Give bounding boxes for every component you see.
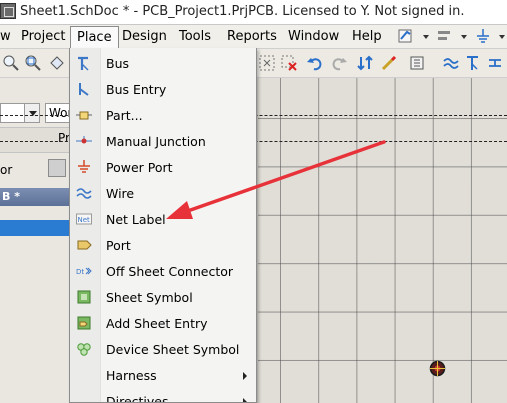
menu-view[interactable]: w: [0, 29, 11, 44]
document-header[interactable]: B *: [0, 188, 70, 206]
menu-item-net-label[interactable]: Net Net Label: [70, 206, 256, 232]
submenu-arrow-icon: [243, 372, 247, 380]
menu-item-add-sheet-entry[interactable]: Add Sheet Entry: [70, 310, 256, 336]
chevron-down-icon[interactable]: [499, 35, 505, 39]
junction-icon: [76, 133, 92, 149]
probe-icon[interactable]: [380, 54, 398, 72]
net-label-icon-text: Net: [78, 216, 91, 224]
menu-item-part[interactable]: Part...: [70, 102, 256, 128]
chevron-down-icon[interactable]: [461, 35, 467, 39]
schematic-canvas[interactable]: [258, 78, 507, 403]
menu-item-device-sheet-symbol[interactable]: Device Sheet Symbol: [70, 336, 256, 362]
menu-item-label: Harness: [106, 368, 157, 383]
menu-reports[interactable]: Reports: [227, 29, 277, 44]
workspace-field[interactable]: Wor: [45, 103, 70, 123]
place-menu-dropdown: Bus Bus Entry Part... Manual Junction Po…: [69, 48, 257, 403]
selected-document-row[interactable]: [0, 220, 70, 236]
device-sheet-symbol-icon: [76, 341, 92, 357]
library-icon[interactable]: [408, 54, 426, 72]
menu-item-label: Sheet Symbol: [106, 290, 193, 305]
align-tool-icon[interactable]: [436, 28, 454, 44]
bus-tool-icon[interactable]: [464, 54, 482, 72]
power-port-icon: [76, 159, 92, 175]
off-sheet-connector-icon-text: Dt: [76, 268, 84, 276]
sheet-symbol-icon: [76, 289, 92, 305]
part-icon: [76, 107, 92, 123]
menu-design[interactable]: Design: [122, 29, 167, 44]
component-marker-icon[interactable]: [429, 360, 446, 377]
panel-options-icon[interactable]: [48, 159, 66, 177]
menu-item-label: Wire: [106, 186, 135, 201]
menu-item-sheet-symbol[interactable]: Sheet Symbol: [70, 284, 256, 310]
menu-item-label: Directives: [106, 394, 169, 403]
combo-dropdown-button[interactable]: [24, 103, 40, 123]
bus-icon: [76, 55, 92, 71]
clear-selection-icon[interactable]: [280, 54, 298, 72]
undo-icon[interactable]: [306, 54, 324, 72]
menu-item-label: Part...: [106, 108, 143, 123]
zoom-area-icon[interactable]: [24, 54, 42, 72]
panel-label: or: [0, 163, 13, 177]
sheet-entry-icon: [76, 315, 92, 331]
design-tool-icon[interactable]: [398, 28, 416, 44]
submenu-arrow-icon: [243, 398, 247, 402]
app-icon[interactable]: [0, 3, 16, 19]
menu-item-power-port[interactable]: Power Port: [70, 154, 256, 180]
menu-item-label: Bus: [106, 56, 130, 71]
menu-bar: w Project Place Design Tools Reports Win…: [0, 25, 507, 49]
title-bar: Sheet1.SchDoc * - PCB_Project1.PrjPCB. L…: [0, 0, 507, 25]
menu-item-off-sheet-connector[interactable]: Dt Off Sheet Connector: [70, 258, 256, 284]
menu-project[interactable]: Project: [21, 29, 65, 44]
menu-item-label: Net Label: [106, 212, 166, 227]
menu-place[interactable]: Place: [70, 26, 119, 48]
menu-item-label: Manual Junction: [106, 134, 206, 149]
menu-item-label: Port: [106, 238, 131, 253]
port-icon: [76, 237, 92, 253]
menu-item-label: Bus Entry: [106, 82, 167, 97]
menu-item-wire[interactable]: Wire: [70, 180, 256, 206]
menu-window[interactable]: Window: [288, 29, 339, 44]
zoom-icon[interactable]: [2, 54, 20, 72]
menu-help[interactable]: Help: [352, 29, 382, 44]
menu-item-port[interactable]: Port: [70, 232, 256, 258]
wire-icon: [76, 185, 92, 201]
menu-item-directives[interactable]: Directives: [70, 388, 256, 403]
bus-entry-icon: [76, 81, 92, 97]
chevron-down-icon[interactable]: [423, 35, 429, 39]
menu-item-label: Power Port: [106, 160, 173, 175]
wire-tool-icon[interactable]: [442, 54, 460, 72]
off-sheet-connector-icon: Dt: [76, 263, 92, 279]
menu-item-label: Device Sheet Symbol: [106, 342, 240, 357]
menu-item-label: Off Sheet Connector: [106, 264, 234, 279]
window-title: Sheet1.SchDoc * - PCB_Project1.PrjPCB. L…: [20, 4, 465, 19]
hierarchy-icon[interactable]: [356, 54, 374, 72]
net-label-tool-icon[interactable]: [486, 54, 504, 72]
menu-item-label: Add Sheet Entry: [106, 316, 208, 331]
menu-item-bus[interactable]: Bus: [70, 50, 256, 76]
cross-select-icon[interactable]: [258, 54, 276, 72]
menu-item-manual-junction[interactable]: Manual Junction: [70, 128, 256, 154]
menu-item-bus-entry[interactable]: Bus Entry: [70, 76, 256, 102]
redo-icon[interactable]: [330, 54, 348, 72]
menu-item-harness[interactable]: Harness: [70, 362, 256, 388]
net-label-icon: Net: [76, 211, 92, 227]
select-icon[interactable]: [48, 54, 66, 72]
menu-tools[interactable]: Tools: [179, 29, 211, 44]
ground-power-icon[interactable]: [474, 28, 492, 44]
